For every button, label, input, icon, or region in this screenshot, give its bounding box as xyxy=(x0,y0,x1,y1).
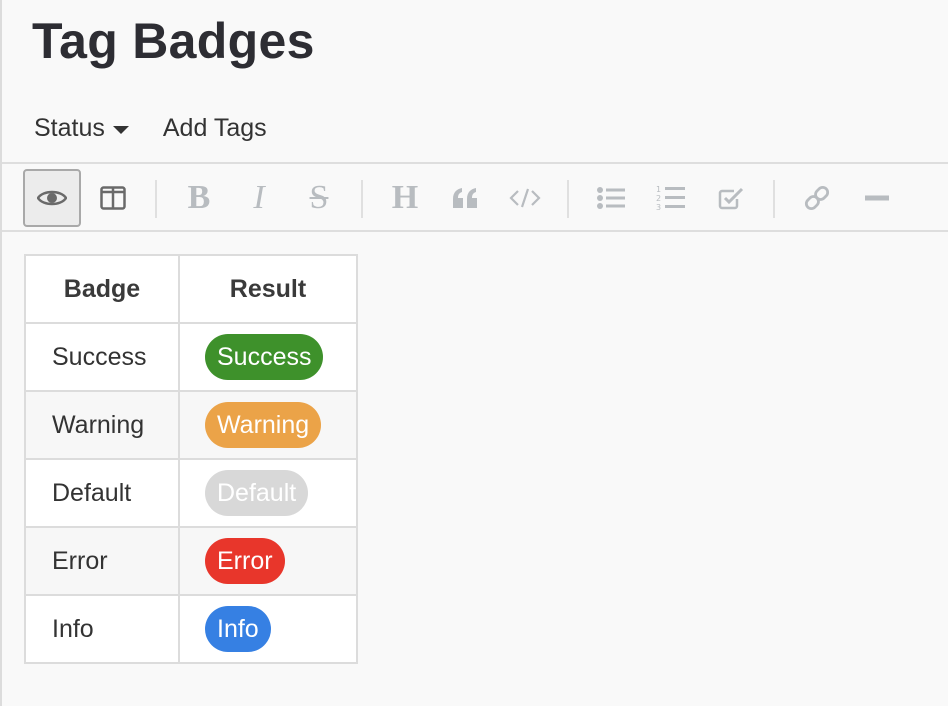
badge-name-cell: Warning xyxy=(24,390,180,460)
code-icon xyxy=(509,188,541,208)
numbered-list-icon: 1 2 3 xyxy=(656,185,685,212)
menu-bar: Status Add Tags xyxy=(34,114,267,143)
eye-icon xyxy=(37,190,67,206)
table-header-row: Badge Result xyxy=(24,254,358,324)
strikethrough-button[interactable]: S xyxy=(290,169,348,227)
page-title: Tag Badges xyxy=(32,13,315,69)
svg-text:2: 2 xyxy=(656,194,661,203)
add-tags-menu-label: Add Tags xyxy=(162,114,267,142)
default-badge: Default xyxy=(205,470,309,516)
badge-table: Badge Result Success Success Warning War… xyxy=(24,254,358,664)
side-by-side-button[interactable] xyxy=(84,169,142,227)
italic-button[interactable]: I xyxy=(230,169,288,227)
info-badge: Info xyxy=(205,606,271,652)
minus-icon xyxy=(865,195,889,201)
table-row: Info Info xyxy=(24,594,358,664)
bullet-list-icon xyxy=(597,187,625,209)
add-tags-menu[interactable]: Add Tags xyxy=(163,114,267,143)
status-menu[interactable]: Status xyxy=(34,114,129,143)
bold-icon: B xyxy=(187,179,211,216)
checklist-button[interactable] xyxy=(702,169,760,227)
error-badge: Error xyxy=(205,538,285,584)
columns-icon xyxy=(100,186,126,210)
badge-result-cell: Success xyxy=(178,322,358,392)
toolbar-separator xyxy=(773,180,775,218)
column-header-badge: Badge xyxy=(24,254,180,324)
badge-name-cell: Info xyxy=(24,594,180,664)
success-badge: Success xyxy=(205,334,324,380)
table-row: Success Success xyxy=(24,322,358,392)
badge-name-cell: Default xyxy=(24,458,180,528)
column-header-result: Result xyxy=(178,254,358,324)
heading-icon: H xyxy=(391,179,419,216)
strikethrough-icon: S xyxy=(309,179,329,216)
warning-badge: Warning xyxy=(205,402,322,448)
table-row: Default Default xyxy=(24,458,358,528)
bullet-list-button[interactable] xyxy=(582,169,640,227)
table-row: Error Error xyxy=(24,526,358,596)
quote-icon xyxy=(453,188,477,208)
svg-text:3: 3 xyxy=(656,203,661,212)
badge-name-cell: Success xyxy=(24,322,180,392)
badge-name-cell: Error xyxy=(24,526,180,596)
numbered-list-button[interactable]: 1 2 3 xyxy=(642,169,700,227)
quote-button[interactable] xyxy=(436,169,494,227)
bold-button[interactable]: B xyxy=(170,169,228,227)
toolbar-separator xyxy=(155,180,157,218)
status-menu-label: Status xyxy=(34,114,105,142)
table-row: Warning Warning xyxy=(24,390,358,460)
link-icon xyxy=(804,185,830,211)
badge-result-cell: Warning xyxy=(178,390,358,460)
toolbar-separator xyxy=(361,180,363,218)
badge-result-cell: Error xyxy=(178,526,358,596)
preview-button[interactable] xyxy=(23,169,81,227)
badge-result-cell: Info xyxy=(178,594,358,664)
code-button[interactable] xyxy=(496,169,554,227)
heading-button[interactable]: H xyxy=(376,169,434,227)
badge-result-cell: Default xyxy=(178,458,358,528)
horizontal-rule-button[interactable] xyxy=(848,169,906,227)
caret-down-icon xyxy=(112,125,129,134)
link-button[interactable] xyxy=(788,169,846,227)
checkbox-icon xyxy=(718,187,744,210)
editor-toolbar: B I S H 1 2 3 xyxy=(2,162,948,232)
italic-icon: I xyxy=(253,179,265,216)
toolbar-separator xyxy=(567,180,569,218)
svg-text:1: 1 xyxy=(656,185,661,194)
editor-page: Tag Badges Status Add Tags B I S H 1 2 3… xyxy=(0,0,948,706)
